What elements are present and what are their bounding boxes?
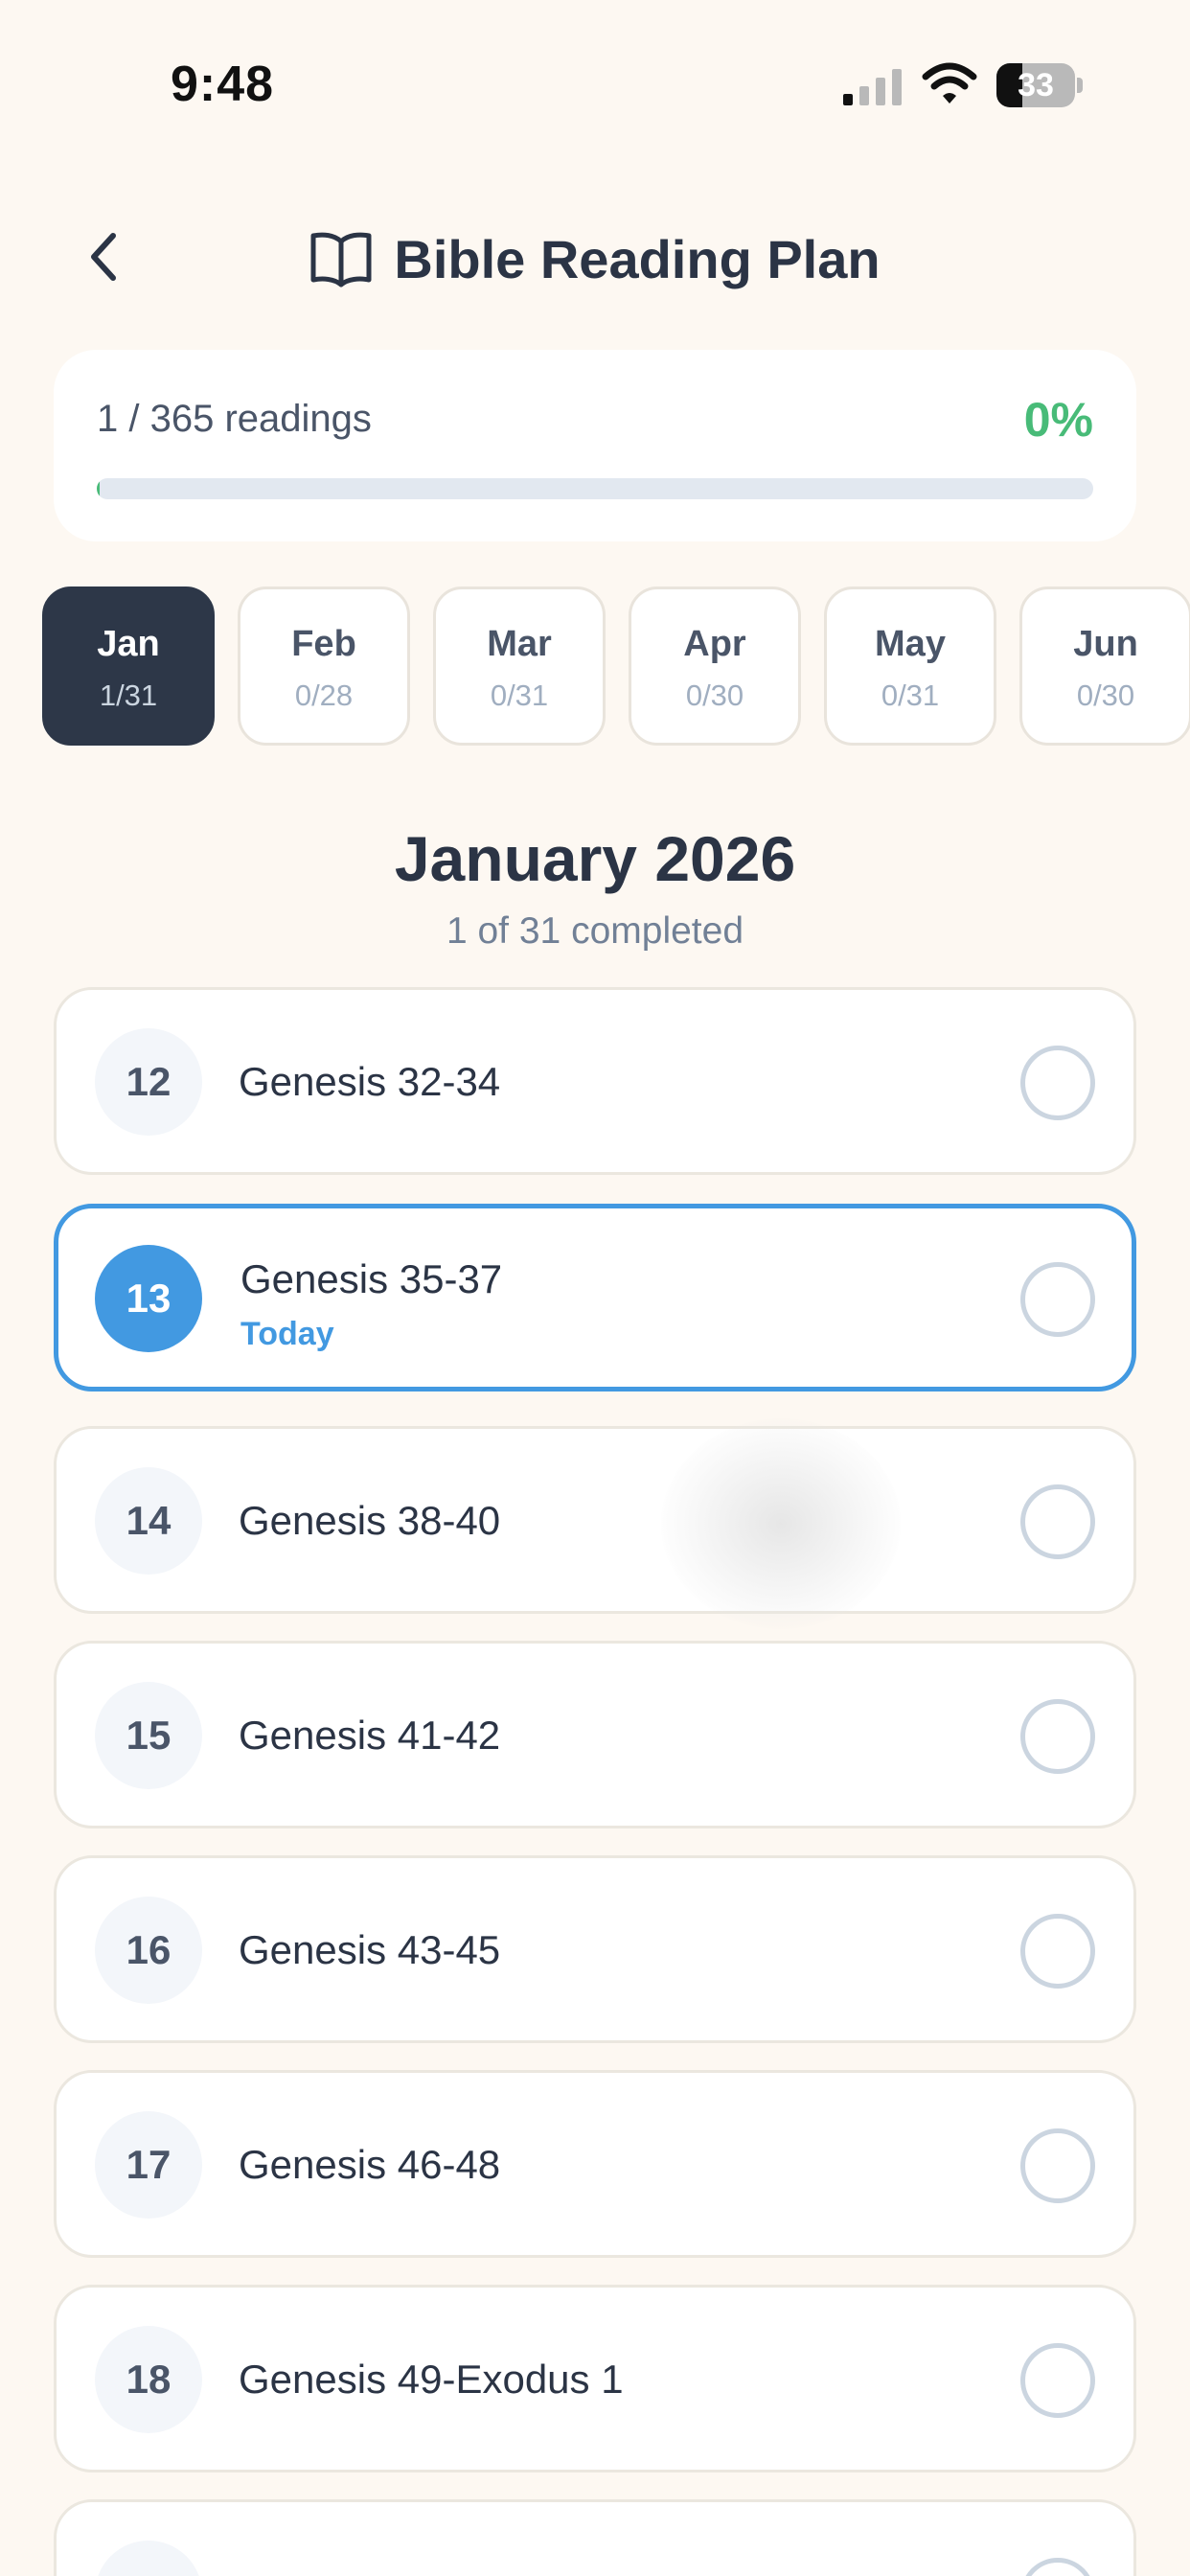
day-number-badge: 15 bbox=[95, 1682, 202, 1789]
complete-checkbox[interactable] bbox=[1020, 1046, 1095, 1120]
month-completion-text: 1 of 31 completed bbox=[446, 910, 744, 952]
day-number-badge: 17 bbox=[95, 2111, 202, 2219]
month-tab-count: 0/31 bbox=[490, 678, 549, 712]
reading-row-day-17[interactable]: 17 Genesis 46-48 bbox=[54, 2070, 1136, 2258]
wifi-icon bbox=[922, 62, 977, 104]
month-title: January 2026 bbox=[394, 823, 796, 894]
complete-checkbox[interactable] bbox=[1020, 1914, 1095, 1989]
tab-jun[interactable]: Jun 0/30 bbox=[1019, 586, 1190, 746]
reading-row-day-14[interactable]: 14 Genesis 38-40 bbox=[54, 1426, 1136, 1614]
status-bar: 9:48 33 bbox=[0, 0, 1190, 172]
reading-row-day-15[interactable]: 15 Genesis 41-42 bbox=[54, 1641, 1136, 1828]
reading-passage: Genesis 41-42 bbox=[239, 1713, 501, 1758]
page-title: Bible Reading Plan bbox=[394, 228, 881, 289]
overall-progress-card: 1 / 365 readings 0% bbox=[54, 350, 1136, 541]
battery-indicator: 33 bbox=[996, 63, 1083, 107]
month-tabs: Jan 1/31 Feb 0/28 Mar 0/31 Apr 0/30 May … bbox=[42, 586, 1190, 746]
month-tab-count: 0/30 bbox=[685, 678, 744, 712]
month-tab-count: 0/28 bbox=[294, 678, 354, 712]
day-number-badge: 16 bbox=[95, 1897, 202, 2004]
month-tab-name: Jan bbox=[97, 624, 160, 664]
day-number-badge bbox=[95, 2541, 202, 2576]
progress-label: 1 / 365 readings bbox=[97, 398, 372, 440]
today-label: Today bbox=[240, 1316, 334, 1352]
reading-row-day-18[interactable]: 18 Genesis 49-Exodus 1 bbox=[54, 2285, 1136, 2472]
progress-percent: 0% bbox=[1023, 393, 1093, 447]
day-number-badge: 18 bbox=[95, 2326, 202, 2433]
day-number-badge: 12 bbox=[95, 1028, 202, 1136]
day-number-badge: 14 bbox=[95, 1467, 202, 1575]
reading-row-day-12[interactable]: 12 Genesis 32-34 bbox=[54, 987, 1136, 1175]
day-number-badge: 13 bbox=[95, 1245, 202, 1352]
progress-bar bbox=[97, 478, 1093, 499]
month-tab-count: 0/31 bbox=[881, 678, 940, 712]
reading-passage: Genesis 43-45 bbox=[239, 1927, 501, 1972]
month-tab-count: 1/31 bbox=[99, 678, 158, 712]
month-tab-count: 0/30 bbox=[1076, 678, 1135, 712]
tab-may[interactable]: May 0/31 bbox=[824, 586, 996, 746]
complete-checkbox[interactable] bbox=[1020, 1484, 1095, 1559]
month-tab-name: May bbox=[875, 624, 946, 664]
tab-jan[interactable]: Jan 1/31 bbox=[42, 586, 215, 746]
title-wrap: Bible Reading Plan bbox=[0, 201, 1190, 316]
open-book-icon bbox=[310, 232, 372, 288]
battery-percent: 33 bbox=[1018, 67, 1054, 104]
tab-feb[interactable]: Feb 0/28 bbox=[238, 586, 410, 746]
tab-mar[interactable]: Mar 0/31 bbox=[433, 586, 606, 746]
reading-passage: Genesis 49-Exodus 1 bbox=[239, 2357, 624, 2402]
reading-row-day-16[interactable]: 16 Genesis 43-45 bbox=[54, 1855, 1136, 2043]
status-time: 9:48 bbox=[171, 57, 275, 112]
reading-passage: Genesis 32-34 bbox=[239, 1059, 501, 1104]
month-tab-name: Mar bbox=[487, 624, 552, 664]
month-tab-name: Feb bbox=[291, 624, 356, 664]
month-tab-name: Jun bbox=[1073, 624, 1138, 664]
tab-apr[interactable]: Apr 0/30 bbox=[629, 586, 801, 746]
header: Bible Reading Plan bbox=[0, 201, 1190, 316]
complete-checkbox[interactable] bbox=[1020, 2343, 1095, 2418]
complete-checkbox[interactable] bbox=[1020, 2558, 1095, 2576]
complete-checkbox[interactable] bbox=[1020, 1262, 1095, 1337]
reading-passage: Genesis 38-40 bbox=[239, 1498, 501, 1543]
reading-passage: Genesis 35-37 bbox=[240, 1256, 503, 1301]
month-tab-name: Apr bbox=[683, 624, 746, 664]
reading-row-day-13[interactable]: 13 Genesis 35-37 Today bbox=[54, 1204, 1136, 1392]
complete-checkbox[interactable] bbox=[1020, 2128, 1095, 2203]
complete-checkbox[interactable] bbox=[1020, 1699, 1095, 1774]
cellular-signal-icon bbox=[843, 69, 902, 105]
reading-plan-screen: 9:48 33 Bible Reading Plan 1 / 365 readi… bbox=[0, 0, 1190, 2576]
reading-row-partial[interactable] bbox=[54, 2499, 1136, 2576]
reading-passage: Genesis 46-48 bbox=[239, 2142, 501, 2187]
progress-bar-fill bbox=[97, 478, 101, 499]
